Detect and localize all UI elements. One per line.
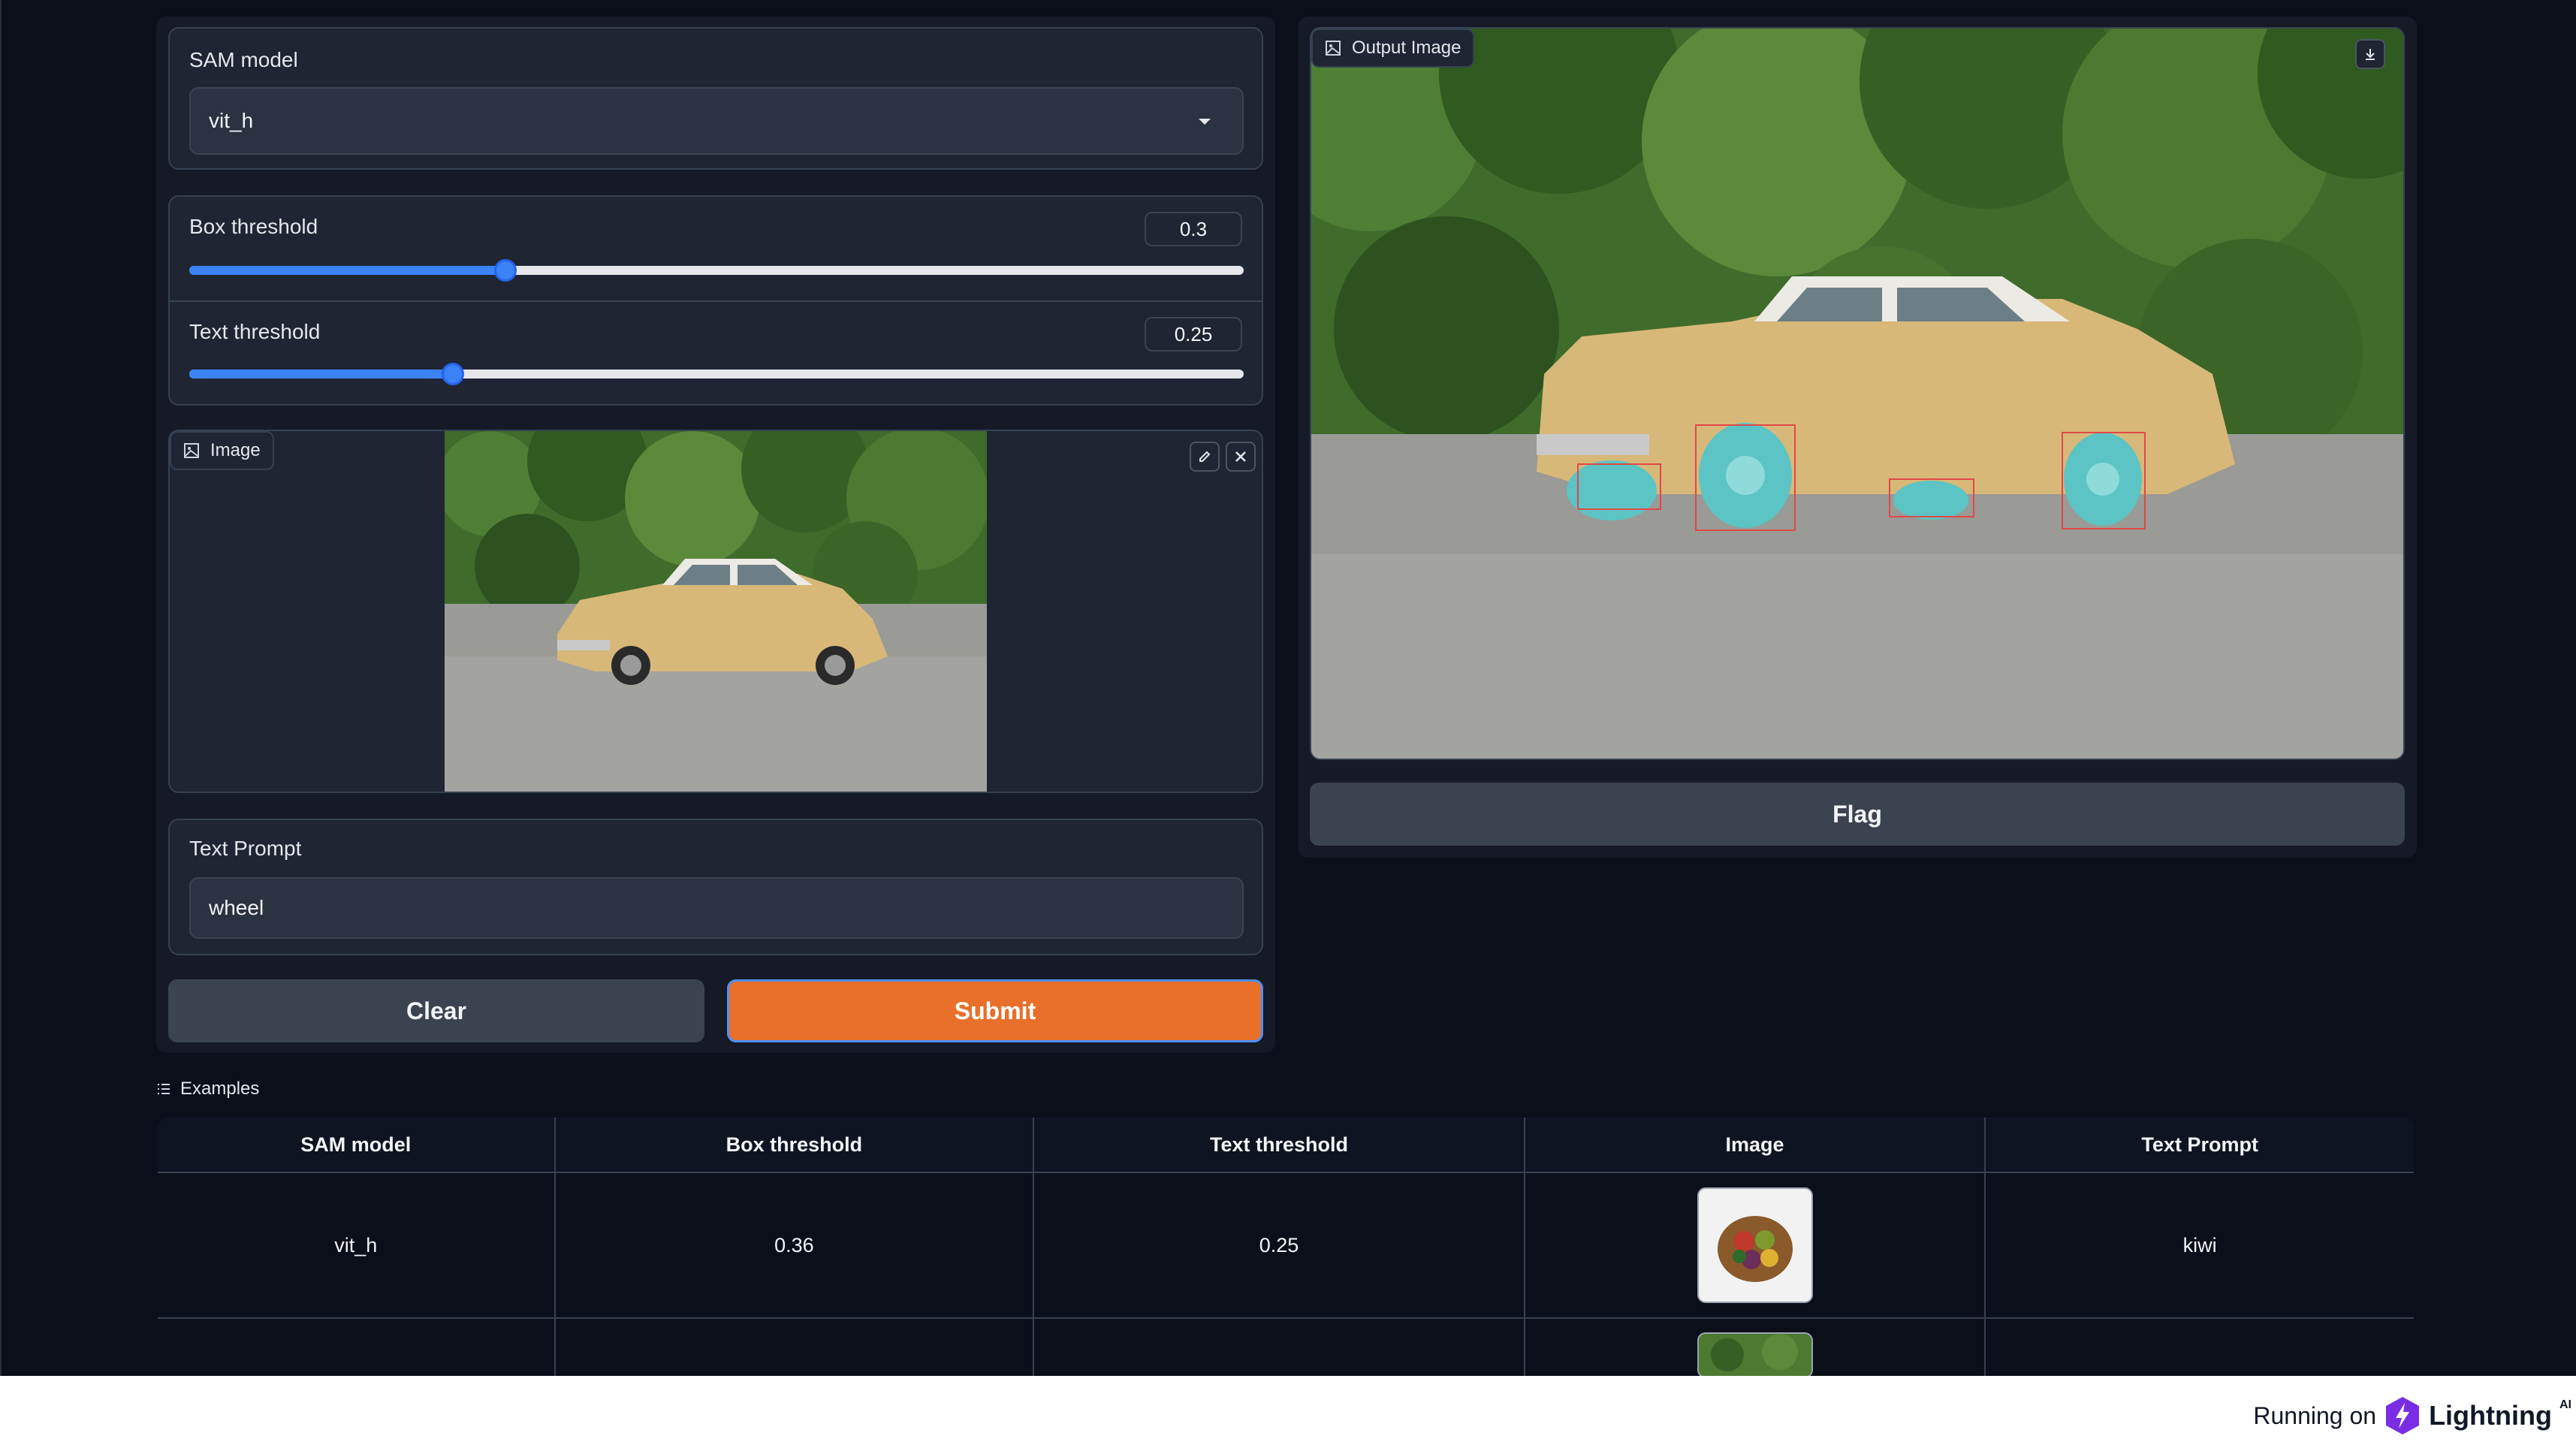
- image-icon: [184, 443, 199, 458]
- sam-model-value: vit_h: [209, 109, 254, 132]
- text-threshold-label: Text threshold: [189, 320, 321, 343]
- lightning-brand-suffix: AI: [2559, 1398, 2571, 1411]
- text-threshold-fill: [189, 370, 453, 379]
- image-label: Image: [210, 440, 261, 460]
- sam-model-dropdown[interactable]: vit_h: [189, 87, 1244, 155]
- chevron-down-icon: [1199, 119, 1211, 125]
- example-fruit-thumbnail: [1697, 1187, 1813, 1303]
- image-input-block: Image: [168, 430, 1263, 793]
- lightning-brand-text: Lightning: [2429, 1400, 2552, 1431]
- box-threshold-thumb[interactable]: [494, 259, 517, 282]
- image-label-tag: Image: [170, 431, 274, 470]
- example-text-prompt: kiwi: [1985, 1172, 2414, 1319]
- text-threshold-slider[interactable]: [189, 363, 1244, 385]
- flag-button[interactable]: Flag: [1310, 783, 2405, 846]
- pencil-icon: [1199, 451, 1211, 462]
- text-prompt-input[interactable]: wheel: [189, 877, 1244, 939]
- list-icon: [158, 1084, 170, 1094]
- examples-label: Examples: [180, 1078, 260, 1099]
- edit-image-button[interactable]: [1190, 442, 1220, 472]
- sam-model-label: SAM model: [189, 48, 298, 71]
- text-threshold-thumb[interactable]: [442, 363, 464, 385]
- download-button[interactable]: [2355, 39, 2385, 69]
- image-icon: [1326, 41, 1341, 56]
- box-threshold-number[interactable]: 0.3: [1145, 212, 1242, 246]
- column-header: Box threshold: [554, 1118, 1035, 1173]
- threshold-divider: [170, 300, 1262, 302]
- output-image-block: Output Image: [1310, 27, 2405, 760]
- text-threshold-number[interactable]: 0.25: [1145, 317, 1242, 351]
- example-text-threshold: 0.25: [1033, 1172, 1525, 1319]
- column-header: Text threshold: [1033, 1118, 1525, 1173]
- output-image-label: Output Image: [1352, 38, 1461, 58]
- lightning-logo-icon: [2386, 1397, 2420, 1434]
- output-car-image: [1311, 29, 2403, 759]
- column-header: Text Prompt: [1985, 1118, 2414, 1173]
- threshold-block: Box threshold 0.3 Text threshold 0.25: [168, 195, 1263, 406]
- text-prompt-label: Text Prompt: [189, 837, 302, 860]
- example-image-cell: [1524, 1172, 1986, 1319]
- uploaded-car-image: [445, 431, 987, 792]
- examples-header[interactable]: Examples: [156, 1078, 259, 1100]
- footer-bar: Running on Lightning AI: [0, 1376, 2576, 1454]
- box-threshold-slider[interactable]: [189, 259, 1244, 282]
- examples-header-row: SAM model Box threshold Text threshold I…: [158, 1118, 2414, 1173]
- example-thumbnail-partial: [1697, 1332, 1813, 1378]
- clear-button[interactable]: Clear: [168, 979, 704, 1042]
- download-icon: [2366, 49, 2375, 60]
- text-prompt-block: Text Prompt wheel: [168, 819, 1263, 955]
- output-image-label-tag: Output Image: [1311, 29, 1475, 68]
- sam-model-block: SAM model vit_h: [168, 27, 1263, 170]
- table-row[interactable]: vit_h 0.36 0.25 kiwi: [158, 1172, 2414, 1319]
- running-on-text: Running on: [2253, 1401, 2377, 1429]
- column-header: SAM model: [158, 1118, 556, 1173]
- column-header: Image: [1524, 1118, 1986, 1173]
- box-threshold-label: Box threshold: [189, 215, 318, 238]
- lightning-badge[interactable]: Running on Lightning AI: [2253, 1395, 2571, 1436]
- box-threshold-fill: [189, 266, 506, 275]
- close-icon: [1235, 451, 1246, 462]
- example-sam-model: vit_h: [158, 1172, 556, 1319]
- remove-image-button[interactable]: [1226, 442, 1256, 472]
- window-edge: [0, 0, 2, 1376]
- example-box-threshold: 0.36: [554, 1172, 1035, 1319]
- submit-button[interactable]: Submit: [727, 979, 1263, 1042]
